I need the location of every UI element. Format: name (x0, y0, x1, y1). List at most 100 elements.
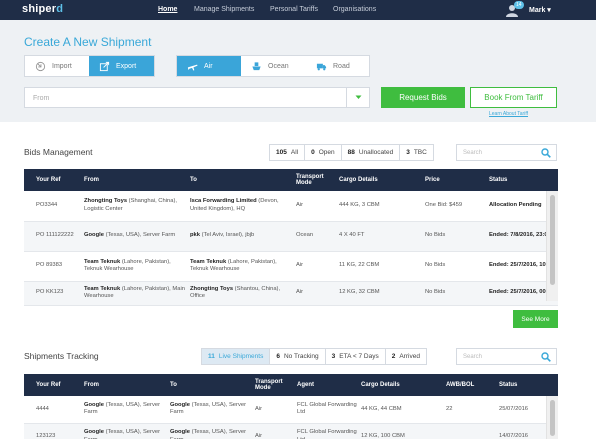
cell-cargo: 12 KG, 100 CBM (357, 423, 442, 439)
cell-price: No Bids (421, 221, 485, 252)
table-row[interactable]: PO3344 Zhongting Toys (Shanghai, China),… (24, 191, 558, 222)
cell-to: Zhongting Toys (Shantou, China), Office (186, 281, 292, 306)
book-from-tariff-button[interactable]: Book From Tariff (470, 87, 557, 108)
table-row[interactable]: PO KK123 Team Teknuk (Lahore, Pakistan),… (24, 281, 558, 306)
col-your-ref[interactable]: Your Ref (24, 169, 80, 191)
cell-to: pkk (Tel Aviv, Israel), jbjb (186, 221, 292, 252)
search-icon[interactable] (541, 352, 551, 362)
col-price[interactable]: Price (421, 169, 485, 191)
cell-from: Team Teknuk (Lahore, Pakistan), Main Wea… (80, 281, 186, 306)
table-row[interactable]: 4444 Google (Texas, USA), Server Farm Go… (24, 396, 558, 424)
learn-about-tariff-link[interactable]: Learn About Tariff (489, 111, 528, 117)
airplane-icon (187, 64, 198, 71)
col-to[interactable]: To (166, 374, 251, 396)
col-to[interactable]: To (186, 169, 292, 191)
table-header: Your Ref From To Transport Mode Agent Ca… (24, 374, 558, 396)
cell-from: Zhongting Toys (Shanghai, China), Logist… (80, 191, 186, 222)
chevron-down-icon: ▾ (547, 7, 551, 14)
nav-organisations[interactable]: Organisations (333, 6, 376, 13)
mode-ocean-label: Ocean (268, 62, 289, 70)
filter-unallocated[interactable]: 88 Unallocated (342, 145, 401, 160)
filter-live-shipments[interactable]: 11 Live Shipments (202, 349, 271, 364)
bids-search-input[interactable]: Search (456, 144, 557, 161)
cell-ref: 123123 (24, 423, 80, 439)
shipments-tracking-panel: Shipments Tracking 11 Live Shipments 6 No … (0, 338, 596, 439)
col-transport-mode[interactable]: Transport Mode (251, 374, 293, 396)
from-input[interactable]: From (24, 87, 370, 108)
chevron-down-icon (355, 95, 362, 99)
cell-cargo: 444 KG, 3 CBM (335, 191, 421, 222)
filter-arrived[interactable]: 2 Arrived (386, 349, 426, 364)
notification-badge[interactable]: 14 (514, 1, 524, 9)
import-button[interactable]: Import (25, 56, 89, 76)
filter-all[interactable]: 105 All (270, 145, 306, 160)
table-row[interactable]: 123123 Google (Texas, USA), Server Farm … (24, 423, 558, 439)
tracking-table-scrollbar[interactable] (546, 396, 558, 439)
scroll-thumb[interactable] (550, 400, 555, 436)
cell-to: Google (Texas, USA), Server Farm (166, 396, 251, 424)
bids-management-panel: Bids Management 105 All 0 Open 88 Unallocat… (0, 122, 596, 338)
truck-icon (316, 63, 327, 70)
cell-price: No Bids (421, 251, 485, 282)
cell-mode: Air (292, 191, 335, 222)
ship-icon (252, 61, 261, 70)
cell-to: Team Teknuk (Lahore, Pakistan), Teknuk W… (186, 251, 292, 282)
cell-ref: PO KK123 (24, 281, 80, 306)
mode-road-button[interactable]: Road (306, 56, 369, 76)
cell-agent: FCL Global Forwarding Ltd (293, 396, 357, 424)
nav-personal-tariffs[interactable]: Personal Tariffs (270, 6, 318, 13)
create-shipment-section: Create A New Shipment Import Export Air … (0, 20, 596, 122)
bids-table-scrollbar[interactable] (546, 191, 558, 301)
logo[interactable]: shiperd (22, 3, 63, 15)
cell-price: One Bid: $459 (421, 191, 485, 222)
search-placeholder: Search (463, 354, 483, 360)
col-agent[interactable]: Agent (293, 374, 357, 396)
bids-title: Bids Management (24, 147, 93, 157)
filter-open[interactable]: 0 Open (305, 145, 342, 160)
search-icon[interactable] (541, 148, 551, 158)
see-more-button[interactable]: See More (513, 310, 558, 328)
col-awb-bol[interactable]: AWB/BOL (442, 374, 495, 396)
tracking-search-input[interactable]: Search (456, 348, 557, 365)
col-transport-mode[interactable]: Transport Mode (292, 169, 335, 191)
cell-cargo: 44 KG, 44 CBM (357, 396, 442, 424)
cell-from: Google (Texas, USA), Server Farm (80, 221, 186, 252)
cell-awb (442, 423, 495, 439)
scroll-thumb[interactable] (550, 195, 555, 285)
col-status[interactable]: Status (495, 374, 558, 396)
col-from[interactable]: From (80, 169, 186, 191)
col-your-ref[interactable]: Your Ref (24, 374, 80, 396)
tracking-title: Shipments Tracking (24, 351, 99, 361)
cell-ref: PO 111122222 (24, 221, 80, 252)
cell-cargo: 11 KG, 22 CBM (335, 251, 421, 282)
filter-tbc[interactable]: 3 TBC (400, 145, 433, 160)
col-status[interactable]: Status (485, 169, 558, 191)
cell-to: Google (Texas, USA), Server Farm (166, 423, 251, 439)
mode-air-button[interactable]: Air (177, 56, 241, 76)
cell-from: Team Teknuk (Lahore, Pakistan), Teknuk W… (80, 251, 186, 282)
mode-ocean-button[interactable]: Ocean (241, 56, 306, 76)
cell-cargo: 4 X 40 FT (335, 221, 421, 252)
col-cargo-details[interactable]: Cargo Details (357, 374, 442, 396)
cell-mode: Air (251, 396, 293, 424)
col-from[interactable]: From (80, 374, 166, 396)
table-row[interactable]: PO 89383 Team Teknuk (Lahore, Pakistan),… (24, 251, 558, 282)
col-cargo-details[interactable]: Cargo Details (335, 169, 421, 191)
mode-toggle: Air Ocean Road (176, 55, 370, 77)
nav-manage-shipments[interactable]: Manage Shipments (194, 6, 254, 13)
nav-home[interactable]: Home (158, 6, 177, 13)
filter-no-tracking[interactable]: 6 No Tracking (270, 349, 326, 364)
export-icon (99, 61, 110, 71)
cell-cargo: 12 KG, 32 CBM (335, 281, 421, 306)
cell-ref: PO3344 (24, 191, 80, 222)
request-bids-button[interactable]: Request Bids (381, 87, 465, 108)
top-navbar: shiperd Home Manage Shipments Personal T… (0, 0, 596, 20)
table-row[interactable]: PO 111122222 Google (Texas, USA), Server… (24, 221, 558, 252)
table-header: Your Ref From To Transport Mode Cargo De… (24, 169, 558, 191)
mode-road-label: Road (333, 62, 350, 70)
from-dropdown-toggle[interactable] (346, 87, 370, 108)
cell-agent: FCL Global Forwarding Ltd (293, 423, 357, 439)
filter-eta-7-days[interactable]: 3 ETA < 7 Days (326, 349, 386, 364)
export-button[interactable]: Export (89, 56, 154, 76)
page-title: Create A New Shipment (24, 35, 152, 49)
